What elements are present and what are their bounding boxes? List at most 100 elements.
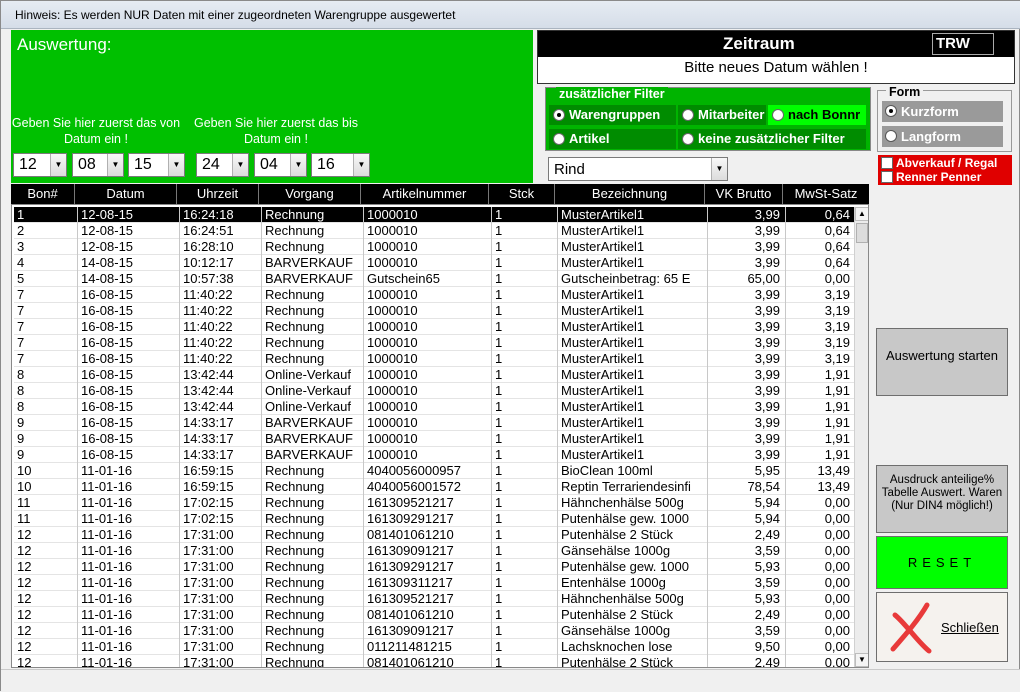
table-row[interactable]: 12 11-01-16 17:31:00 Rechnung 161309521217 1 H… <box>14 591 856 607</box>
table-cell: 0,00 <box>786 527 856 543</box>
table-cell: 3,59 <box>708 575 786 591</box>
table-row[interactable]: 7 16-08-15 11:40:22 Rechnung 1000010 1 MusterA… <box>14 303 856 319</box>
table-row[interactable]: 7 16-08-15 11:40:22 Rechnung 1000010 1 MusterA… <box>14 287 856 303</box>
chevron-down-icon[interactable]: ▼ <box>290 154 306 176</box>
checkbox-renner-penner[interactable]: Renner Penner <box>880 170 981 184</box>
chevron-down-icon[interactable]: ▼ <box>232 154 248 176</box>
table-cell: 1,91 <box>786 431 856 447</box>
column-header[interactable]: Artikelnummer <box>361 184 489 204</box>
table-cell: 12 <box>14 607 78 623</box>
table-cell: 11:40:22 <box>180 287 262 303</box>
column-header[interactable]: Stck <box>489 184 555 204</box>
table-cell: 12 <box>14 639 78 655</box>
to-year-select[interactable]: 16 ▼ <box>311 153 370 177</box>
chevron-down-icon[interactable]: ▼ <box>353 154 369 176</box>
to-day-select[interactable]: 24 ▼ <box>196 153 249 177</box>
table-row[interactable]: 12 11-01-16 17:31:00 Rechnung 161309291217 1 P… <box>14 559 856 575</box>
table-row[interactable]: 5 14-08-15 10:57:38 BARVERKAUF Gutschein65 1 G… <box>14 271 856 287</box>
table-cell: 16-08-15 <box>78 287 180 303</box>
chevron-down-icon[interactable]: ▼ <box>711 158 727 180</box>
table-row[interactable]: 9 16-08-15 14:33:17 BARVERKAUF 1000010 1 Muste… <box>14 447 856 463</box>
checkbox-icon[interactable] <box>881 171 893 183</box>
scroll-thumb[interactable] <box>856 223 868 243</box>
table-row[interactable]: 11 11-01-16 17:02:15 Rechnung 161309291217 1 P… <box>14 511 856 527</box>
table-cell: MusterArtikel1 <box>558 399 708 415</box>
table-row[interactable]: 12 11-01-16 17:31:00 Rechnung 081401061210 1 P… <box>14 527 856 543</box>
column-header[interactable]: Bezeichnung <box>555 184 705 204</box>
from-day-select[interactable]: 12 ▼ <box>13 153 67 177</box>
close-button[interactable]: Schließen <box>876 592 1008 662</box>
table-cell: 1000010 <box>364 399 492 415</box>
table-cell: BARVERKAUF <box>262 271 364 287</box>
table-cell: 1000010 <box>364 335 492 351</box>
column-header[interactable]: Bon# <box>11 184 75 204</box>
table-row[interactable]: 7 16-08-15 11:40:22 Rechnung 1000010 1 MusterA… <box>14 335 856 351</box>
table-row[interactable]: 11 11-01-16 17:02:15 Rechnung 161309521217 1 H… <box>14 495 856 511</box>
table-cell: 1 <box>492 655 558 667</box>
column-header[interactable]: Uhrzeit <box>177 184 259 204</box>
group-select[interactable]: Rind ▼ <box>548 157 728 181</box>
form-option-langform[interactable]: Langform <box>882 126 1003 147</box>
table-row[interactable]: 8 16-08-15 13:42:44 Online-Verkauf 1000010 1 M… <box>14 367 856 383</box>
zeitraum-code-field[interactable]: TRW <box>932 33 994 55</box>
to-month-select[interactable]: 04 ▼ <box>254 153 307 177</box>
table-row[interactable]: 9 16-08-15 14:33:17 BARVERKAUF 1000010 1 Muste… <box>14 415 856 431</box>
table-row[interactable]: 2 12-08-15 16:24:51 Rechnung 1000010 1 MusterA… <box>14 223 856 239</box>
checkbox-abverkauf[interactable]: Abverkauf / Regal <box>880 156 997 170</box>
filter-option-bonnr[interactable]: nach Bonnr <box>768 105 866 125</box>
column-header[interactable]: MwSt-Satz <box>783 184 869 204</box>
table-row[interactable]: 12 11-01-16 17:31:00 Rechnung 011211481215 1 L… <box>14 639 856 655</box>
from-year-select[interactable]: 15 ▼ <box>128 153 185 177</box>
table-row[interactable]: 1 12-08-15 16:24:18 Rechnung 1000010 1 MusterA… <box>14 207 856 223</box>
scroll-down-icon[interactable]: ▼ <box>855 653 868 667</box>
table-row[interactable]: 8 16-08-15 13:42:44 Online-Verkauf 1000010 1 M… <box>14 399 856 415</box>
column-header[interactable]: VK Brutto <box>705 184 783 204</box>
start-evaluation-button[interactable]: Auswertung starten <box>876 328 1008 396</box>
table-cell: 8 <box>14 383 78 399</box>
data-table[interactable]: 1 12-08-15 16:24:18 Rechnung 1000010 1 MusterA… <box>11 204 869 668</box>
table-row[interactable]: 12 11-01-16 17:31:00 Rechnung 081401061210 1 P… <box>14 655 856 667</box>
checkbox-panel: Abverkauf / Regal Renner Penner <box>878 155 1012 185</box>
chevron-down-icon[interactable]: ▼ <box>50 154 66 176</box>
chevron-down-icon[interactable]: ▼ <box>107 154 123 176</box>
vertical-scrollbar[interactable]: ▲ ▼ <box>854 207 868 667</box>
scroll-up-icon[interactable]: ▲ <box>855 207 868 221</box>
table-cell: Rechnung <box>262 223 364 239</box>
table-row[interactable]: 7 16-08-15 11:40:22 Rechnung 1000010 1 MusterA… <box>14 351 856 367</box>
filter-option-artikel[interactable]: Artikel <box>549 129 676 149</box>
table-row[interactable]: 4 14-08-15 10:12:17 BARVERKAUF 1000010 1 Muste… <box>14 255 856 271</box>
form-option-kurzform[interactable]: Kurzform <box>882 101 1003 122</box>
table-row[interactable]: 10 11-01-16 16:59:15 Rechnung 4040056001572 1… <box>14 479 856 495</box>
table-cell: 11-01-16 <box>78 479 180 495</box>
table-row[interactable]: 12 11-01-16 17:31:00 Rechnung 161309091217 1 G… <box>14 623 856 639</box>
reset-button[interactable]: RESET <box>876 536 1008 589</box>
table-row[interactable]: 12 11-01-16 17:31:00 Rechnung 161309091217 1 G… <box>14 543 856 559</box>
column-header[interactable]: Vorgang <box>259 184 361 204</box>
table-row[interactable]: 3 12-08-15 16:28:10 Rechnung 1000010 1 MusterA… <box>14 239 856 255</box>
filter-option-warengruppen[interactable]: Warengruppen <box>549 105 676 125</box>
table-cell: MusterArtikel1 <box>558 335 708 351</box>
table-row[interactable]: 9 16-08-15 14:33:17 BARVERKAUF 1000010 1 Muste… <box>14 431 856 447</box>
table-cell: 1,91 <box>786 367 856 383</box>
table-row[interactable]: 10 11-01-16 16:59:15 Rechnung 4040056000957 1… <box>14 463 856 479</box>
table-row[interactable]: 12 11-01-16 17:31:00 Rechnung 081401061210 1 P… <box>14 607 856 623</box>
table-cell: 9 <box>14 415 78 431</box>
table-cell: 13,49 <box>786 463 856 479</box>
table-cell: 11-01-16 <box>78 623 180 639</box>
column-header[interactable]: Datum <box>75 184 177 204</box>
chevron-down-icon[interactable]: ▼ <box>168 154 184 176</box>
filter-option-mitarbeiter[interactable]: Mitarbeiter <box>678 105 766 125</box>
table-cell: 78,54 <box>708 479 786 495</box>
table-cell: 1 <box>492 351 558 367</box>
print-button[interactable]: Ausdruck anteilige% Tabelle Auswert. War… <box>876 465 1008 533</box>
from-month-select[interactable]: 08 ▼ <box>72 153 124 177</box>
filter-option-none[interactable]: keine zusätzlicher Filter <box>678 129 866 149</box>
table-cell: Rechnung <box>262 527 364 543</box>
table-row[interactable]: 8 16-08-15 13:42:44 Online-Verkauf 1000010 1 M… <box>14 383 856 399</box>
table-cell: 161309521217 <box>364 495 492 511</box>
table-cell: 1 <box>492 495 558 511</box>
checkbox-icon[interactable] <box>881 157 893 169</box>
table-row[interactable]: 12 11-01-16 17:31:00 Rechnung 161309311217 1 E… <box>14 575 856 591</box>
table-row[interactable]: 7 16-08-15 11:40:22 Rechnung 1000010 1 MusterA… <box>14 319 856 335</box>
table-cell: 2,49 <box>708 607 786 623</box>
